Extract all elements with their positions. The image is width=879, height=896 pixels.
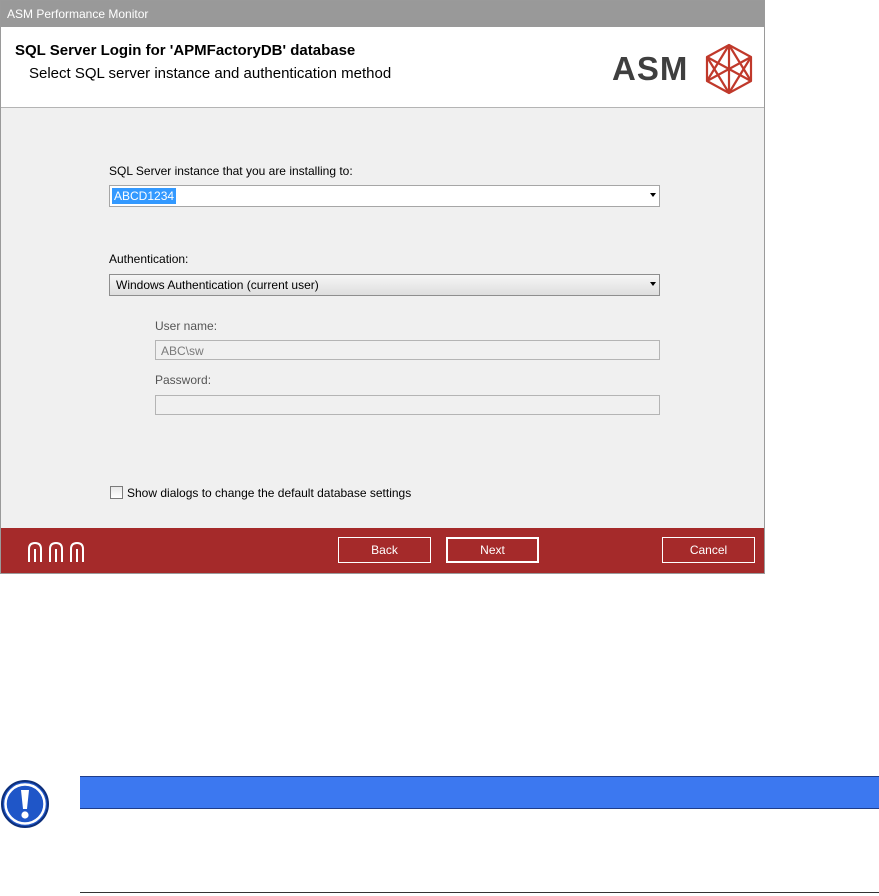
asm-crystal-icon <box>705 43 753 95</box>
instance-label: SQL Server instance that you are install… <box>109 164 353 178</box>
username-value: ABC\sw <box>161 344 204 358</box>
chevron-down-icon[interactable] <box>650 282 656 286</box>
asm-logo-text: ASM <box>612 50 689 87</box>
page-title: SQL Server Login for 'APMFactoryDB' data… <box>15 42 356 59</box>
password-field[interactable] <box>155 395 660 415</box>
asm-arches-icon <box>28 541 84 562</box>
exclamation-icon <box>1 780 49 828</box>
auth-value: Windows Authentication (current user) <box>116 278 319 292</box>
password-label: Password: <box>155 373 212 387</box>
show-dialogs-label[interactable]: Show dialogs to change the default datab… <box>127 486 411 500</box>
username-label: User name: <box>155 319 218 333</box>
chevron-down-icon[interactable] <box>650 193 656 197</box>
window-title: ASM Performance Monitor <box>7 7 149 21</box>
wizard-header: SQL Server Login for 'APMFactoryDB' data… <box>1 27 764 108</box>
auth-label: Authentication: <box>109 252 189 266</box>
next-button[interactable]: Next <box>446 537 539 563</box>
notice-header-bar <box>80 776 879 809</box>
instance-value: ABCD1234 <box>112 188 177 204</box>
page-subtitle: Select SQL server instance and authentic… <box>29 65 392 82</box>
installer-dialog: ASM Performance Monitor SQL Server Login… <box>0 0 765 574</box>
title-bar: ASM Performance Monitor <box>1 1 764 27</box>
wizard-footer: Back Next Cancel <box>1 528 764 573</box>
back-button[interactable]: Back <box>338 537 431 563</box>
cancel-button[interactable]: Cancel <box>662 537 755 563</box>
username-field[interactable]: ABC\sw <box>155 340 660 360</box>
show-dialogs-checkbox[interactable] <box>110 486 123 499</box>
instance-combobox[interactable]: ABCD1234 <box>109 185 660 207</box>
notice-divider <box>80 892 879 893</box>
auth-select[interactable]: Windows Authentication (current user) <box>109 274 660 296</box>
